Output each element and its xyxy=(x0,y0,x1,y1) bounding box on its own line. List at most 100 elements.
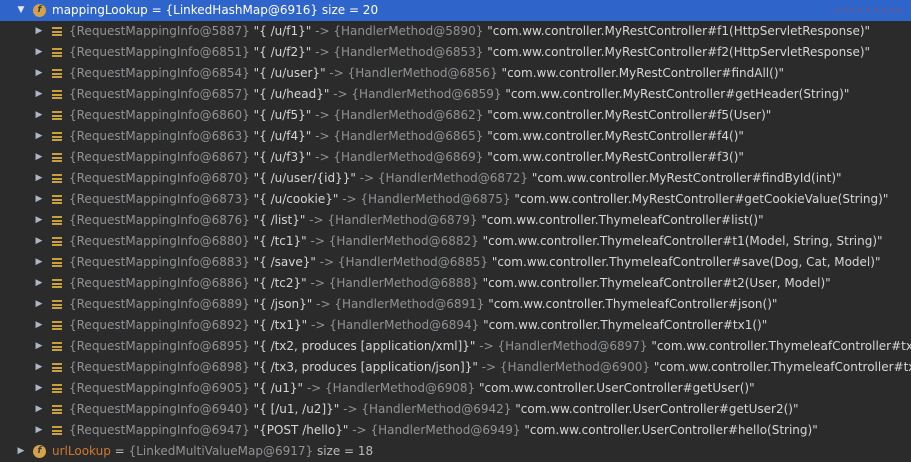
entry-handler: {HandlerMethod@6882} xyxy=(328,234,479,248)
map-entry-icon xyxy=(52,384,62,393)
map-entry-row[interactable]: ▶ {RequestMappingInfo@6851} "{ /u/f2}" ->… xyxy=(0,42,911,63)
entry-arrow: -> xyxy=(310,276,325,290)
entry-method: "com.ww.controller.UserController#getUse… xyxy=(515,402,799,416)
entry-key: {RequestMappingInfo@6886} xyxy=(69,276,250,290)
entry-handler: {HandlerMethod@6856} xyxy=(347,66,498,80)
map-entry-row[interactable]: ▶ {RequestMappingInfo@6895} "{ /tx2, prod… xyxy=(0,336,911,357)
entry-handler: {HandlerMethod@6942} xyxy=(361,402,512,416)
entry-label: {RequestMappingInfo@6947} "{POST /hello}… xyxy=(69,420,818,441)
entry-handler: {HandlerMethod@6869} xyxy=(333,150,484,164)
collapsed-triangle-icon[interactable]: ▶ xyxy=(33,126,45,147)
url-lookup-row[interactable]: ▶ f urlLookup = {LinkedMultiValueMap@691… xyxy=(0,441,911,462)
entry-label: {RequestMappingInfo@6889} "{ /json}" -> … xyxy=(69,294,777,315)
entry-key: {RequestMappingInfo@6889} xyxy=(69,297,250,311)
entry-method: "com.ww.controller.ThymeleafController#t… xyxy=(651,339,911,353)
collapsed-triangle-icon[interactable]: ▶ xyxy=(33,315,45,336)
entry-arrow: -> xyxy=(359,171,375,185)
entry-method: "com.ww.controller.MyRestController#f3()… xyxy=(487,150,744,164)
collapsed-triangle-icon[interactable]: ▶ xyxy=(33,420,45,441)
collapsed-triangle-icon[interactable]: ▶ xyxy=(33,84,45,105)
entry-method: "com.ww.controller.MyRestController#f1(H… xyxy=(487,24,871,38)
entry-arrow: -> xyxy=(315,108,330,122)
expand-triangle-icon[interactable]: ▼ xyxy=(15,0,27,21)
map-entry-icon xyxy=(52,426,62,435)
map-entry-row[interactable]: ▶ {RequestMappingInfo@6886} "{ /tc2}" -> … xyxy=(0,273,911,294)
map-entry-row[interactable]: ▶ {RequestMappingInfo@6860} "{ /u/f5}" ->… xyxy=(0,105,911,126)
entry-key: {RequestMappingInfo@6857} xyxy=(69,87,250,101)
entry-pattern: "{ /tc2}" xyxy=(253,276,307,290)
entry-label: {RequestMappingInfo@6940} "{ [/u1, /u2]}… xyxy=(69,399,799,420)
entry-method: "com.ww.controller.ThymeleafController#t… xyxy=(483,318,768,332)
collapsed-triangle-icon[interactable]: ▶ xyxy=(33,378,45,399)
entry-arrow: -> xyxy=(319,255,335,269)
entry-method: "com.ww.controller.MyRestController#f2(H… xyxy=(487,45,871,59)
collapsed-triangle-icon[interactable]: ▶ xyxy=(33,105,45,126)
entry-method: "com.ww.controller.UserController#getUse… xyxy=(478,381,755,395)
entry-key: {RequestMappingInfo@6870} xyxy=(69,171,250,185)
map-entry-row[interactable]: ▶ {RequestMappingInfo@6947} "{POST /hello… xyxy=(0,420,911,441)
entry-key: {RequestMappingInfo@6940} xyxy=(69,402,250,416)
collapsed-triangle-icon[interactable]: ▶ xyxy=(33,273,45,294)
collapsed-triangle-icon[interactable]: ▶ xyxy=(33,168,45,189)
collapsed-triangle-icon[interactable]: ▶ xyxy=(33,189,45,210)
collapsed-triangle-icon[interactable]: ▶ xyxy=(33,210,45,231)
map-entry-row[interactable]: ▶ {RequestMappingInfo@6889} "{ /json}" ->… xyxy=(0,294,911,315)
entry-handler: {HandlerMethod@5890} xyxy=(333,24,484,38)
entry-method: "com.ww.controller.ThymeleafController#l… xyxy=(481,213,764,227)
collapsed-triangle-icon[interactable]: ▶ xyxy=(33,252,45,273)
entry-arrow: -> xyxy=(309,213,324,227)
collapsed-triangle-icon[interactable]: ▶ xyxy=(33,63,45,84)
map-entry-row[interactable]: ▶ {RequestMappingInfo@5887} "{ /u/f1}" ->… xyxy=(0,21,911,42)
collapsed-triangle-icon[interactable]: ▶ xyxy=(33,357,45,378)
entry-pattern: "{ /tx3, produces [application/json]}" xyxy=(253,360,478,374)
entry-key: {RequestMappingInfo@6895} xyxy=(69,339,250,353)
map-entry-icon xyxy=(52,132,62,141)
map-entry-row[interactable]: ▶ {RequestMappingInfo@6940} "{ [/u1, /u2]… xyxy=(0,399,911,420)
variable-type: {LinkedMultiValueMap@6917} xyxy=(128,444,314,458)
entry-arrow: -> xyxy=(329,66,344,80)
map-entry-row[interactable]: ▶ {RequestMappingInfo@6870} "{ /u/user/{i… xyxy=(0,168,911,189)
map-entry-row[interactable]: ▶ {RequestMappingInfo@6883} "{ /save}" ->… xyxy=(0,252,911,273)
entry-arrow: -> xyxy=(306,381,322,395)
equals-sign: = xyxy=(114,444,125,458)
entry-handler: {HandlerMethod@6888} xyxy=(328,276,479,290)
entry-method: "com.ww.controller.MyRestController#getH… xyxy=(505,87,850,101)
entry-method: "com.ww.controller.MyRestController#getC… xyxy=(514,192,889,206)
map-entry-icon xyxy=(52,405,62,414)
collapsed-triangle-icon[interactable]: ▶ xyxy=(33,147,45,168)
map-entry-row[interactable]: ▶ {RequestMappingInfo@6854} "{ /u/user}" … xyxy=(0,63,911,84)
map-entry-row[interactable]: ▶ {RequestMappingInfo@6898} "{ /tx3, prod… xyxy=(0,357,911,378)
entry-label: {RequestMappingInfo@6870} "{ /u/user/{id… xyxy=(69,168,842,189)
entry-key: {RequestMappingInfo@6898} xyxy=(69,360,250,374)
collapsed-triangle-icon[interactable]: ▶ xyxy=(15,441,27,462)
map-entry-icon xyxy=(52,69,62,78)
entry-arrow: -> xyxy=(352,423,367,437)
map-entry-row[interactable]: ▶ {RequestMappingInfo@6905} "{ /u1}" -> {… xyxy=(0,378,911,399)
collapsed-triangle-icon[interactable]: ▶ xyxy=(33,21,45,42)
collapsed-triangle-icon[interactable]: ▶ xyxy=(33,399,45,420)
entry-label: {RequestMappingInfo@6895} "{ /tx2, produ… xyxy=(69,336,911,357)
collapsed-triangle-icon[interactable]: ▶ xyxy=(33,294,45,315)
entry-label: {RequestMappingInfo@6892} "{ /tx1}" -> {… xyxy=(69,315,767,336)
entry-pattern: "{ [/u1, /u2]}" xyxy=(253,402,340,416)
collapsed-triangle-icon[interactable]: ▶ xyxy=(33,42,45,63)
map-entry-row[interactable]: ▶ {RequestMappingInfo@6876} "{ /list}" ->… xyxy=(0,210,911,231)
entry-arrow: -> xyxy=(343,402,358,416)
entry-pattern: "{ /tc1}" xyxy=(253,234,307,248)
map-entry-row[interactable]: ▶ {RequestMappingInfo@6863} "{ /u/f4}" ->… xyxy=(0,126,911,147)
map-entry-row[interactable]: ▶ {RequestMappingInfo@6892} "{ /tx1}" -> … xyxy=(0,315,911,336)
map-entry-row[interactable]: ▶ {RequestMappingInfo@6867} "{ /u/f3}" ->… xyxy=(0,147,911,168)
map-entry-row[interactable]: ▶ {RequestMappingInfo@6873} "{ /u/cookie}… xyxy=(0,189,911,210)
collapsed-triangle-icon[interactable]: ▶ xyxy=(33,336,45,357)
map-entry-row[interactable]: ▶ {RequestMappingInfo@6880} "{ /tc1}" -> … xyxy=(0,231,911,252)
mapping-lookup-row[interactable]: ▼ f mappingLookup = {LinkedHashMap@6916}… xyxy=(0,0,911,21)
entry-label: {RequestMappingInfo@6876} "{ /list}" -> … xyxy=(69,210,764,231)
map-entry-row[interactable]: ▶ {RequestMappingInfo@6857} "{ /u/head}" … xyxy=(0,84,911,105)
entry-arrow: -> xyxy=(481,360,497,374)
map-entry-icon xyxy=(52,111,62,120)
entry-key: {RequestMappingInfo@6863} xyxy=(69,129,250,143)
entry-handler: {HandlerMethod@6879} xyxy=(327,213,478,227)
entry-label: {RequestMappingInfo@6863} "{ /u/f4}" -> … xyxy=(69,126,744,147)
entry-label: {RequestMappingInfo@6898} "{ /tx3, produ… xyxy=(69,357,911,378)
collapsed-triangle-icon[interactable]: ▶ xyxy=(33,231,45,252)
